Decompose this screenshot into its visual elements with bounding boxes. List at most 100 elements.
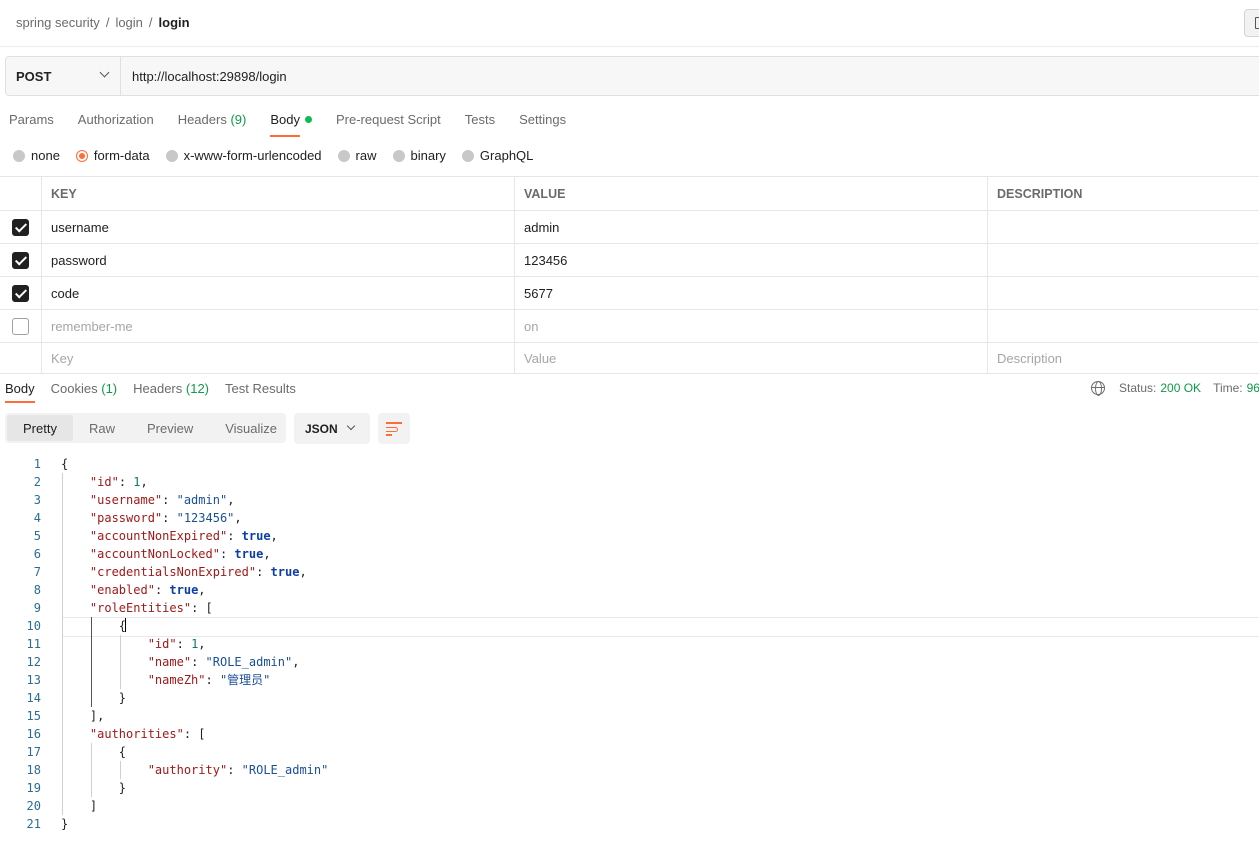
method-select[interactable]: POST bbox=[6, 57, 121, 95]
code-line: 3 "username": "admin", bbox=[0, 491, 1259, 509]
tab-params[interactable]: Params bbox=[9, 112, 54, 137]
breadcrumb-collection[interactable]: spring security bbox=[16, 15, 100, 30]
table-row: password 123456 bbox=[0, 244, 1259, 277]
row-checkbox-cell bbox=[0, 310, 42, 342]
status-label: Status: bbox=[1119, 381, 1157, 395]
view-raw[interactable]: Raw bbox=[73, 415, 131, 441]
tab-tests[interactable]: Tests bbox=[465, 112, 495, 137]
table-row: remember-me on bbox=[0, 310, 1259, 343]
value-cell[interactable]: on bbox=[515, 310, 988, 342]
code-line: 5 "accountNonExpired": true, bbox=[0, 527, 1259, 545]
status-value[interactable]: 200 OK bbox=[1160, 381, 1201, 395]
tab-settings[interactable]: Settings bbox=[519, 112, 566, 137]
wrap-icon-line bbox=[386, 434, 392, 436]
breadcrumb-folder[interactable]: login bbox=[115, 15, 142, 30]
checkbox-checked[interactable] bbox=[12, 218, 29, 236]
code-line: 18 "authority": "ROLE_admin" bbox=[0, 761, 1259, 779]
view-pretty[interactable]: Pretty bbox=[7, 415, 73, 441]
column-header-description: DESCRIPTION bbox=[997, 186, 1083, 201]
key-cell[interactable]: password bbox=[42, 244, 515, 276]
response-tab-test-results[interactable]: Test Results bbox=[225, 381, 296, 403]
wrap-icon-arrow bbox=[386, 427, 398, 432]
line-number: 11 bbox=[26, 637, 41, 651]
new-description-input[interactable]: Description bbox=[988, 343, 1259, 373]
body-type-graphql[interactable]: GraphQL bbox=[461, 148, 533, 163]
row-checkbox-cell bbox=[0, 211, 42, 243]
option-label: binary bbox=[410, 148, 446, 163]
body-type-binary[interactable]: binary bbox=[392, 148, 446, 163]
value-cell[interactable]: 123456 bbox=[515, 244, 988, 276]
code-line: 14 } bbox=[0, 689, 1259, 707]
description-cell[interactable] bbox=[988, 310, 1259, 342]
value-cell[interactable]: admin bbox=[515, 211, 988, 243]
checkbox-unchecked[interactable] bbox=[12, 317, 29, 335]
response-tab-cookies[interactable]: Cookies (1) bbox=[51, 381, 117, 403]
tab-label: Headers bbox=[133, 381, 183, 396]
line-number: 13 bbox=[26, 673, 41, 687]
description-cell[interactable] bbox=[988, 211, 1259, 243]
code-line: 21} bbox=[0, 815, 1259, 833]
code-line: 10 { bbox=[0, 617, 1259, 637]
new-value-input[interactable]: Value bbox=[515, 343, 988, 373]
body-type-form-data[interactable]: form-data bbox=[75, 148, 150, 163]
tab-pre-request-script[interactable]: Pre-request Script bbox=[336, 112, 441, 137]
tab-label: Settings bbox=[519, 112, 567, 127]
tab-headers[interactable]: Headers (9) bbox=[178, 112, 247, 137]
url-input[interactable]: http://localhost:29898/login bbox=[132, 69, 287, 84]
code-text: "roleEntities": [ bbox=[89, 601, 213, 615]
tab-authorization[interactable]: Authorization bbox=[78, 112, 154, 137]
tab-count: (9) bbox=[230, 112, 247, 127]
checkbox-checked[interactable] bbox=[12, 251, 29, 269]
code-text: } bbox=[61, 781, 127, 795]
code-text: "password": "123456", bbox=[89, 511, 242, 525]
radio-icon bbox=[392, 149, 405, 162]
line-number: 14 bbox=[26, 691, 41, 705]
option-label: form-data bbox=[93, 148, 150, 163]
code-text: } bbox=[61, 691, 127, 705]
chevron-down-icon bbox=[99, 67, 110, 78]
code-text: "id": 1, bbox=[89, 475, 148, 489]
document-icon bbox=[1255, 17, 1259, 29]
code-text: "credentialsNonExpired": true, bbox=[89, 565, 307, 579]
indicator-dot-icon bbox=[304, 116, 312, 123]
tab-body[interactable]: Body bbox=[270, 112, 312, 137]
new-key-input[interactable]: Key bbox=[42, 343, 515, 373]
key-cell[interactable]: remember-me bbox=[42, 310, 515, 342]
radio-icon bbox=[165, 149, 178, 162]
format-label: JSON bbox=[305, 422, 338, 436]
documentation-button[interactable] bbox=[1244, 9, 1259, 37]
table-row: username admin bbox=[0, 211, 1259, 244]
option-label: raw bbox=[355, 148, 377, 163]
key-cell[interactable]: code bbox=[42, 277, 515, 309]
view-visualize[interactable]: Visualize bbox=[209, 415, 293, 441]
value-cell[interactable]: 5677 bbox=[515, 277, 988, 309]
response-tab-body[interactable]: Body bbox=[5, 381, 35, 403]
view-preview[interactable]: Preview bbox=[131, 415, 209, 441]
line-number: 2 bbox=[33, 475, 41, 489]
radio-icon bbox=[337, 149, 350, 162]
time-value[interactable]: 96 bbox=[1247, 381, 1259, 395]
response-body-editor[interactable]: 1{2 "id": 1, 3 "username": "admin", 4 "pas… bbox=[0, 455, 1259, 833]
globe-icon[interactable] bbox=[1091, 381, 1105, 396]
response-tab-headers[interactable]: Headers (12) bbox=[133, 381, 209, 403]
header-checkbox-column bbox=[0, 177, 42, 210]
row-checkbox-cell bbox=[0, 244, 42, 276]
key-cell[interactable]: username bbox=[42, 211, 515, 243]
body-type-none[interactable]: none bbox=[13, 148, 60, 163]
breadcrumb-request-name[interactable]: login bbox=[159, 15, 190, 30]
code-line: 13 "nameZh": "管理员" bbox=[0, 671, 1259, 689]
tab-label: Body bbox=[5, 381, 35, 396]
indent-guide bbox=[120, 761, 121, 779]
wrap-lines-button[interactable] bbox=[378, 413, 410, 444]
description-cell[interactable] bbox=[988, 244, 1259, 276]
response-status-bar: Status: 200 OK Time: 96 bbox=[1091, 381, 1259, 396]
body-type-raw[interactable]: raw bbox=[337, 148, 377, 163]
body-type-urlencoded[interactable]: x-www-form-urlencoded bbox=[165, 148, 322, 163]
description-cell[interactable] bbox=[988, 277, 1259, 309]
checkbox-checked[interactable] bbox=[12, 284, 29, 302]
table-row-new: Key Value Description bbox=[0, 343, 1259, 374]
line-number: 16 bbox=[26, 727, 41, 741]
method-label: POST bbox=[16, 69, 52, 84]
breadcrumb-separator: / bbox=[105, 15, 110, 30]
format-select[interactable]: JSON bbox=[294, 413, 370, 444]
